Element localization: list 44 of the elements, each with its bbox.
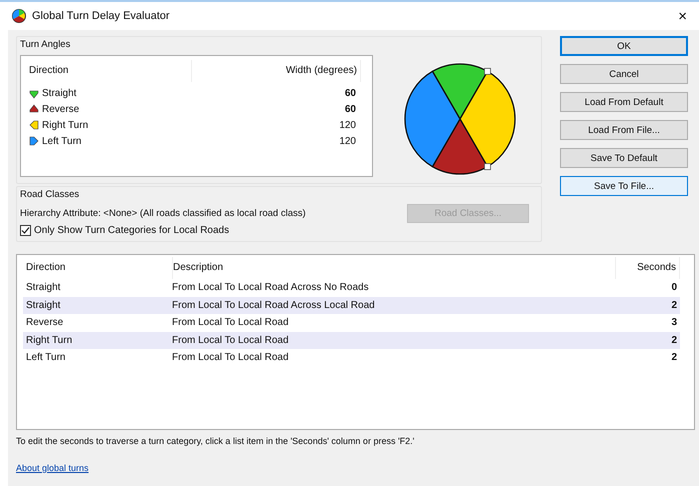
hierarchy-text: Hierarchy Attribute: <None> (All roads classified as local road class) (20, 208, 306, 219)
direction-label[interactable]: Right Turn (42, 120, 88, 130)
table-cell-text: From Local To Local Road Across Local Road (172, 300, 376, 311)
table-cell-text: Left Turn (26, 352, 66, 364)
column-header[interactable]: Direction (29, 60, 192, 82)
table-cell-text: 2 (670, 300, 678, 311)
width-value: 120 (338, 120, 356, 130)
app-logo-icon (12, 9, 26, 23)
table-cell-text: From Local To Local Road (172, 317, 290, 328)
direction-label[interactable]: Left Turn (42, 136, 82, 146)
table-cell-text: Straight (26, 282, 62, 294)
direction-label[interactable]: Straight (42, 88, 76, 98)
table-cell-text: 2 (670, 334, 678, 346)
help-link[interactable]: About global turns (16, 463, 89, 473)
group-title: Road Classes (20, 189, 80, 200)
dialog-button[interactable]: OK (560, 36, 688, 56)
hint-text: To edit the seconds to traverse a turn category, click a list item in the 'Seconds' column or press 'F2.' (16, 436, 416, 446)
table-cell-text: 2 (670, 352, 678, 364)
width-value: 60 (344, 104, 356, 114)
group-title: Turn Angles (20, 39, 72, 50)
table-cell-text: From Local To Local Road (172, 334, 290, 346)
direction-label[interactable]: Reverse (42, 104, 80, 114)
dialog-button[interactable]: Cancel (560, 64, 688, 84)
table-cell-text: From Local To Local Road Across No Roads (172, 282, 370, 294)
table-cell-text: 3 (670, 317, 678, 328)
table-cell-text: Straight (26, 300, 62, 311)
width-value: 120 (338, 136, 356, 146)
window-title: Global Turn Delay Evaluator (32, 10, 171, 22)
width-value: 60 (344, 88, 356, 98)
table-cell-text: From Local To Local Road (172, 352, 290, 364)
column-header[interactable]: Seconds (616, 257, 680, 279)
checkbox[interactable] (20, 225, 31, 236)
column-header[interactable]: Description (165, 257, 616, 279)
dialog-button[interactable]: Load From Default (560, 92, 688, 112)
checkbox-label[interactable]: Only Show Turn Categories for Local Roads (34, 225, 230, 236)
dialog-button[interactable]: Save To File... (560, 176, 688, 196)
column-header[interactable]: Direction (26, 257, 173, 279)
dialog-button[interactable]: Load From File... (560, 120, 688, 140)
column-header[interactable]: Width (degrees) (192, 60, 361, 82)
table-cell-text: Right Turn (26, 334, 74, 346)
table-cell-text: Reverse (26, 317, 64, 328)
table-cell-text: 0 (670, 282, 678, 294)
dialog-button[interactable]: Save To Default (560, 148, 688, 168)
close-button[interactable]: × (674, 8, 691, 24)
